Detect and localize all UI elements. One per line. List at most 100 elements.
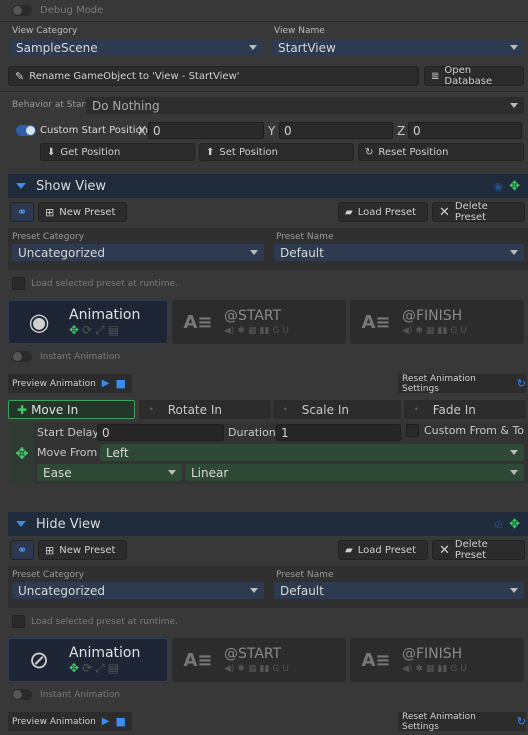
text-icon: A≡ (361, 649, 391, 671)
load-runtime-checkbox[interactable] (12, 277, 25, 290)
preview-animation-button[interactable]: Preview Animation ▶ ■ (8, 374, 132, 393)
rename-gameobject-button[interactable]: ✎ Rename GameObject to 'View - StartView… (8, 66, 419, 86)
y-label: Y (268, 124, 276, 138)
animation-card[interactable]: ◉ Animation ✥ ⟳ ⤢ ▤ (8, 300, 168, 344)
custom-start-label: Custom Start Position (40, 125, 149, 136)
z-field[interactable]: 0 (408, 122, 522, 139)
animation-card[interactable]: ⊘ Animation ✥ ⟳ ⤢ ▤ (8, 638, 168, 682)
refresh-icon: ↻ (516, 377, 526, 390)
view-category-dropdown[interactable]: SampleScene (10, 39, 263, 56)
preset-name-dropdown[interactable]: Default (274, 244, 524, 261)
stop-icon[interactable]: ■ (115, 377, 125, 390)
move-icon: ✥ (509, 516, 520, 532)
animation-type-icons: ✥ ⟳ ⤢ ▤ (69, 322, 120, 337)
chevron-down-icon (168, 470, 176, 475)
folder-icon: ▰ (345, 544, 353, 556)
tab-scale-in[interactable]: • Scale In (273, 400, 401, 419)
show-view-header[interactable]: Show View ◉ ✥ (8, 174, 528, 198)
duration-label: Duration (228, 426, 276, 439)
expand-triangle-icon (16, 183, 26, 189)
preset-category-dropdown[interactable]: Uncategorized (12, 582, 264, 599)
chevron-down-icon (510, 588, 518, 593)
eye-icon: ◉ (493, 179, 504, 193)
debug-mode-row: Debug Mode (12, 3, 103, 17)
text-icon: A≡ (183, 311, 213, 333)
reset-animation-settings-button[interactable]: Reset Animation Settings ↻ (398, 712, 526, 732)
reset-icon: ↻ (365, 146, 374, 158)
reset-animation-settings-button[interactable]: Reset Animation Settings ↻ (398, 374, 526, 394)
hide-view-header[interactable]: Hide View ⊘ ✥ (8, 512, 528, 536)
tab-move-in[interactable]: ✚ Move In (8, 400, 135, 419)
load-preset-button[interactable]: ▰ Load Preset (338, 540, 428, 560)
tab-rotate-in[interactable]: • Rotate In (139, 400, 271, 419)
preset-category-label: Preset Category (12, 570, 85, 580)
dot-icon: • (283, 405, 288, 414)
load-runtime-checkbox[interactable] (12, 615, 25, 628)
text-icon: A≡ (361, 311, 391, 333)
plus-icon: ✚ (17, 402, 28, 417)
instant-animation-toggle[interactable] (12, 689, 32, 700)
instant-animation-row: Instant Animation (12, 351, 120, 362)
set-position-button[interactable]: ⬆ Set Position (199, 143, 354, 161)
play-icon[interactable]: ▶ (102, 716, 110, 727)
text-icon: A≡ (183, 649, 213, 671)
debug-mode-toggle[interactable] (12, 4, 32, 16)
play-icon[interactable]: ▶ (102, 378, 110, 389)
move-icon: ✥ (15, 443, 29, 463)
chevron-down-icon (510, 250, 518, 255)
duration-field[interactable]: 1 (276, 424, 401, 441)
behavior-dropdown[interactable]: Do Nothing (86, 97, 524, 114)
animation-type-icons: ✥ ⟳ ⤢ ▤ (69, 660, 120, 675)
chevron-down-icon (510, 470, 518, 475)
instant-animation-row: Instant Animation (12, 689, 120, 700)
move-from-dropdown[interactable]: Left (100, 444, 524, 461)
ease-type-dropdown[interactable]: Linear (185, 464, 524, 481)
ease-dropdown[interactable]: Ease (37, 464, 182, 481)
new-preset-button[interactable]: ⊞ New Preset (38, 202, 127, 222)
start-delay-field[interactable]: 0 (97, 424, 224, 441)
dot-icon: • (414, 405, 419, 414)
refresh-icon: ↻ (516, 715, 526, 728)
y-field[interactable]: 0 (279, 122, 393, 139)
delete-preset-button[interactable]: ✕ Delete Preset (432, 201, 525, 223)
preset-category-label: Preset Category (12, 232, 85, 242)
custom-from-to-row: Custom From & To (406, 424, 524, 437)
event-icons: ◀) ✱ ▦ ▮▮ G U (402, 664, 467, 674)
x-icon: ✕ (439, 204, 450, 220)
event-icons: ◀) ✱ ▦ ▮▮ G U (224, 326, 289, 336)
view-name-dropdown[interactable]: StartView (272, 39, 524, 56)
binoculars-icon: ⚭ (16, 205, 28, 219)
x-label: X (138, 124, 147, 138)
chevron-down-icon (250, 588, 258, 593)
finish-event-card[interactable]: A≡ @FINISH ◀) ✱ ▦ ▮▮ G U (350, 300, 524, 344)
start-event-card[interactable]: A≡ @START ◀) ✱ ▦ ▮▮ G U (172, 638, 346, 682)
stop-icon[interactable]: ■ (115, 715, 125, 728)
hide-view-title: Hide View (36, 516, 101, 532)
get-position-button[interactable]: ⬇ Get Position (40, 143, 195, 161)
load-runtime-row: Load selected preset at runtime. (12, 615, 178, 628)
finish-event-card[interactable]: A≡ @FINISH ◀) ✱ ▦ ▮▮ G U (350, 638, 524, 682)
preview-animation-button[interactable]: Preview Animation ▶ ■ (8, 712, 132, 731)
x-field[interactable]: 0 (148, 122, 264, 139)
expand-triangle-icon (16, 521, 26, 527)
new-preset-button[interactable]: ⊞ New Preset (38, 540, 127, 560)
eye-off-icon: ⊘ (28, 646, 50, 674)
open-database-button[interactable]: ≣ Open Database (424, 65, 524, 87)
custom-from-to-checkbox[interactable] (406, 424, 419, 437)
delete-preset-button[interactable]: ✕ Delete Preset (432, 539, 525, 561)
database-icon: ≣ (431, 70, 440, 82)
load-preset-button[interactable]: ▰ Load Preset (338, 202, 428, 222)
move-panel-handle: ✥ (10, 422, 34, 484)
preset-category-dropdown[interactable]: Uncategorized (12, 244, 264, 261)
start-delay-label: Start Delay (37, 426, 99, 439)
tab-fade-in[interactable]: • Fade In (404, 400, 526, 419)
start-event-card[interactable]: A≡ @START ◀) ✱ ▦ ▮▮ G U (172, 300, 346, 344)
preset-name-dropdown[interactable]: Default (274, 582, 524, 599)
binoculars-button[interactable]: ⚭ (10, 540, 34, 560)
instant-animation-toggle[interactable] (12, 351, 32, 362)
eye-icon: ◉ (28, 308, 50, 336)
custom-start-toggle[interactable] (16, 125, 36, 136)
reset-position-button[interactable]: ↻ Reset Position (358, 143, 524, 161)
binoculars-button[interactable]: ⚭ (10, 202, 34, 222)
view-category-label: View Category (12, 26, 78, 36)
